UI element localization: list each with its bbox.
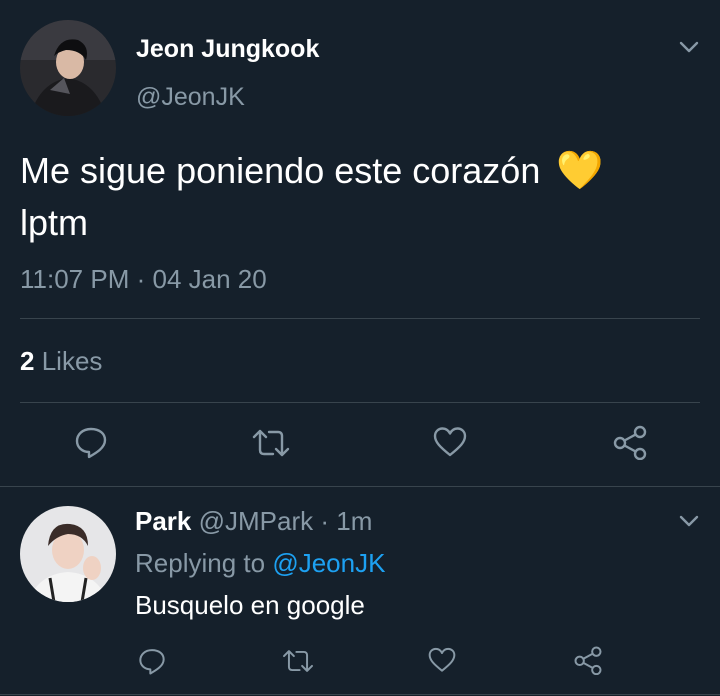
author-handle[interactable]: @JeonJK — [136, 81, 245, 113]
comment-icon[interactable] — [73, 424, 109, 460]
replying-to-handle[interactable]: @JeonJK — [272, 548, 385, 578]
reply-author-avatar[interactable] — [20, 506, 116, 602]
reply-header: Park @JMPark · 1m — [135, 505, 372, 537]
likes-label: Likes — [41, 346, 103, 376]
replying-to: Replying to @JeonJK — [135, 547, 385, 579]
likes-count: 2 — [20, 346, 35, 376]
tweet-timestamp[interactable]: 11:07 PM · 04 Jan 20 — [20, 263, 267, 295]
reply-heart-icon[interactable] — [427, 646, 457, 674]
reply-text: Busquelo en google — [135, 590, 365, 620]
divider-bottom — [0, 486, 720, 487]
reply-share-icon[interactable] — [573, 645, 603, 675]
yellow-heart-emoji: 💛 — [556, 148, 604, 192]
divider-middle — [20, 402, 700, 403]
retweet-icon[interactable] — [251, 426, 291, 460]
replying-to-label: Replying to — [135, 548, 266, 578]
reply-author-handle[interactable]: @JMPark — [199, 506, 314, 536]
divider-end — [0, 694, 720, 695]
reply-age[interactable]: 1m — [336, 506, 372, 536]
tweet-date: 04 Jan 20 — [152, 264, 267, 294]
author-name[interactable]: Jeon Jungkook — [136, 33, 319, 65]
reply-retweet-icon[interactable] — [281, 647, 315, 675]
tweet-time: 11:07 PM — [20, 264, 130, 294]
likes-stat[interactable]: 2 Likes — [20, 345, 102, 377]
reply-author-name[interactable]: Park — [135, 506, 191, 536]
share-icon[interactable] — [612, 424, 648, 460]
timestamp-separator: · — [136, 264, 146, 294]
reply-comment-icon[interactable] — [137, 646, 167, 676]
reply-separator: · — [320, 506, 330, 536]
tweet-text-line2: lptm — [20, 202, 89, 243]
author-avatar[interactable] — [20, 20, 116, 116]
heart-icon[interactable] — [432, 425, 468, 459]
tweet-text-line1: Me sigue poniendo este corazón — [20, 150, 541, 191]
divider-top — [20, 318, 700, 319]
chevron-down-icon[interactable] — [678, 38, 700, 56]
reply-chevron-down-icon[interactable] — [678, 512, 700, 530]
tweet-text: Me sigue poniendo este corazón 💛 lptm — [20, 144, 700, 249]
